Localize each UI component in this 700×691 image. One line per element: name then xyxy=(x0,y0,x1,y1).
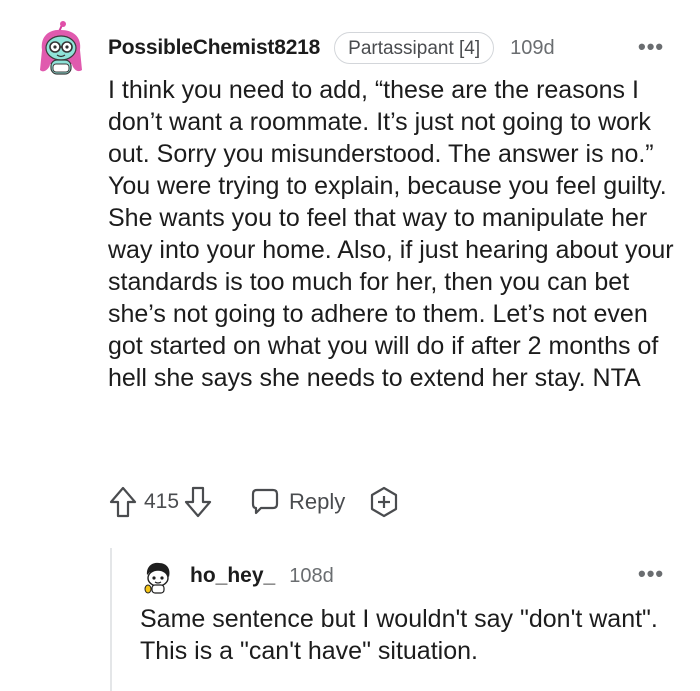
reply-age: 108d xyxy=(289,564,334,587)
upvote-button[interactable] xyxy=(108,485,138,519)
thread-line[interactable] xyxy=(110,548,112,691)
snoo-avatar-icon xyxy=(40,21,82,75)
reply-body: Same sentence but I wouldn't say "don't … xyxy=(140,605,658,665)
comment-header: PossibleChemist8218 Partassipant [4] 109… xyxy=(108,32,555,64)
comment-action-bar: 415 Reply xyxy=(108,484,401,520)
award-plus-icon xyxy=(371,486,398,518)
user-flair: Partassipant [4] xyxy=(334,32,495,64)
snoo-avatar-icon xyxy=(144,562,170,594)
award-button[interactable] xyxy=(367,485,401,519)
arrow-up-icon xyxy=(109,486,137,518)
reply-avatar[interactable] xyxy=(142,560,174,594)
downvote-button[interactable] xyxy=(183,485,213,519)
comment-age: 109d xyxy=(510,36,555,59)
more-options-button[interactable]: ••• xyxy=(638,34,664,60)
reply-more-options-button[interactable]: ••• xyxy=(638,561,664,587)
avatar[interactable] xyxy=(32,20,90,78)
reply-header: ho_hey_ 108d xyxy=(190,562,334,590)
speech-bubble-icon xyxy=(251,488,279,515)
reply-button[interactable]: Reply xyxy=(249,487,345,517)
reply-username[interactable]: ho_hey_ xyxy=(190,564,275,588)
comment-body: I think you need to add, “these are the … xyxy=(108,76,674,392)
arrow-down-icon xyxy=(184,486,212,518)
vote-count: 415 xyxy=(144,490,180,513)
username[interactable]: PossibleChemist8218 xyxy=(108,36,320,60)
reply-label: Reply xyxy=(289,489,346,514)
